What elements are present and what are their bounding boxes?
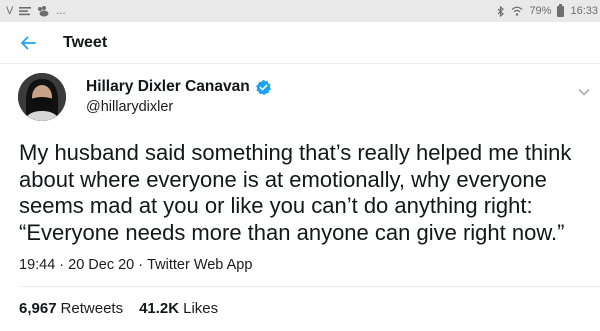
battery-icon	[557, 3, 565, 17]
tweet-text-line: seems mad at you or like you can’t do an…	[19, 193, 533, 218]
avatar[interactable]	[18, 73, 66, 121]
status-right: 79% 16:33	[497, 3, 598, 17]
carrier-icon: V	[6, 5, 14, 17]
pet-icon	[37, 5, 50, 17]
chevron-down-icon	[578, 88, 590, 96]
tweet-source-link[interactable]: Twitter Web App	[147, 257, 252, 273]
status-left: V ...	[6, 5, 66, 17]
likes-count: 41.2K	[139, 300, 180, 317]
battery-percent: 79%	[529, 5, 552, 17]
tweet-stats: 6,967 Retweets 41.2K Likes	[19, 300, 218, 317]
likes-link[interactable]: 41.2K Likes	[139, 300, 218, 317]
retweets-count: 6,967	[19, 300, 57, 317]
page-title: Tweet	[63, 33, 108, 51]
tweet-text-line: My husband said something that’s really …	[19, 140, 572, 165]
app-header: Tweet	[0, 22, 600, 64]
status-dots: ...	[56, 5, 66, 17]
status-bar: V ... 79% 16:33	[0, 0, 600, 22]
tweet-text: My husband said something that’s really …	[19, 140, 589, 246]
author-handle[interactable]: @hillarydixler	[86, 99, 173, 115]
tweet-date: 20 Dec 20	[68, 257, 135, 273]
meta-separator: ·	[138, 257, 144, 273]
more-options-button[interactable]	[576, 84, 592, 100]
back-arrow-icon	[21, 36, 36, 49]
likes-label: Likes	[183, 300, 219, 317]
tweet: Hillary Dixler Canavan @hillarydixler My…	[0, 64, 600, 331]
tweet-text-line: “Everyone needs more than anyone can giv…	[19, 219, 565, 245]
status-time: 16:33	[570, 5, 598, 17]
verified-badge-icon	[255, 79, 272, 96]
retweets-link[interactable]: 6,967 Retweets	[19, 300, 123, 317]
notification-icon	[19, 6, 32, 16]
tweet-text-line: about where everyone is at emotionally, …	[19, 166, 547, 192]
divider	[19, 286, 600, 287]
author-name-text: Hillary Dixler Canavan	[86, 78, 250, 95]
tweet-time: 19:44	[19, 257, 56, 273]
retweets-label: Retweets	[60, 300, 124, 317]
bluetooth-icon	[497, 5, 505, 17]
meta-separator: ·	[59, 257, 65, 273]
author-name[interactable]: Hillary Dixler Canavan	[86, 78, 272, 96]
tweet-meta: 19:44 · 20 Dec 20 · Twitter Web App	[19, 257, 252, 273]
wifi-icon	[511, 6, 523, 16]
back-button[interactable]	[15, 30, 41, 56]
